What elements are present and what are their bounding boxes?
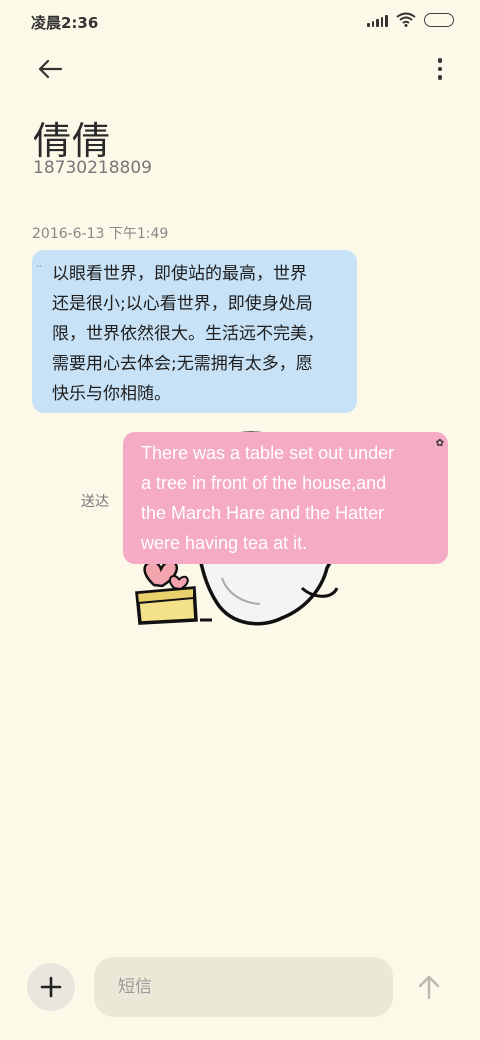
plus-icon (40, 976, 62, 998)
message-timestamp: 2016-6-13 下午1:49 (32, 226, 169, 242)
add-attachment-button[interactable] (27, 963, 75, 1011)
message-line: 限，世界依然很大。生活远不完美， (52, 324, 324, 344)
message-line: the March Hare and the Hatter (141, 503, 385, 523)
arrow-up-icon (418, 975, 440, 1000)
bubble-corner-decoration: ✿ (435, 438, 444, 449)
signal-icon (367, 13, 388, 27)
send-button[interactable] (412, 970, 446, 1004)
battery-icon (424, 12, 454, 27)
message-input[interactable] (94, 957, 393, 1017)
more-vertical-icon (437, 58, 443, 63)
more-options-button[interactable] (430, 54, 450, 84)
status-time: 凌晨2:36 (31, 14, 99, 32)
message-line: 快乐与你相随。 (52, 384, 171, 404)
message-line: 需要用心去体会;无需拥有太多，愿 (52, 354, 313, 374)
wifi-icon (396, 12, 416, 27)
back-button[interactable] (30, 52, 70, 86)
outgoing-message-bubble[interactable]: ✿ There was a table set out under a tree… (123, 432, 448, 564)
message-input-container (94, 957, 393, 1017)
sms-conversation-screen: 凌晨2:36 倩倩 18730218809 2016-6-13 下午1:49 ·… (0, 0, 480, 1040)
message-line: a tree in front of the house,and (141, 473, 387, 493)
message-line: There was a table set out under (141, 443, 395, 463)
message-line: were having tea at it. (141, 533, 308, 553)
incoming-message-bubble[interactable]: ·· 以眼看世界，即使站的最高，世界 还是很小;以心看世界，即使身处局 限，世界… (32, 250, 357, 413)
arrow-left-icon (38, 59, 63, 79)
message-line: 还是很小;以心看世界，即使身处局 (52, 294, 313, 314)
status-icons (367, 12, 454, 27)
bubble-corner-decoration: ·· (36, 262, 42, 272)
delivery-status: 送达 (81, 494, 109, 510)
message-line: 以眼看世界，即使站的最高，世界 (52, 264, 307, 284)
status-bar: 凌晨2:36 (0, 0, 480, 40)
contact-number: 18730218809 (33, 158, 152, 178)
contact-name: 倩倩 (33, 119, 112, 163)
